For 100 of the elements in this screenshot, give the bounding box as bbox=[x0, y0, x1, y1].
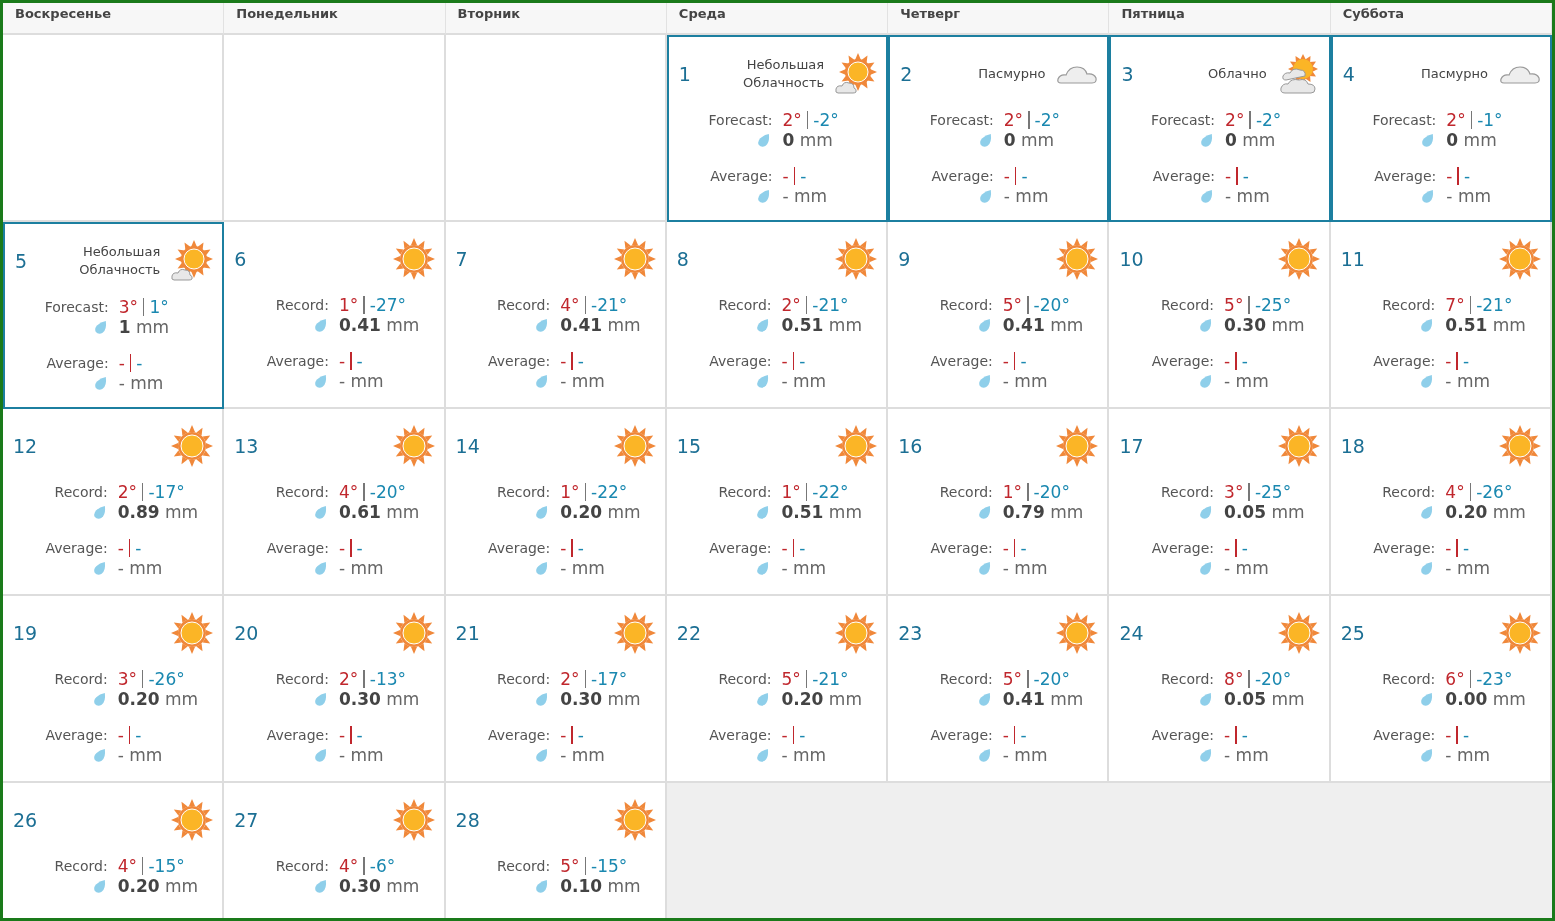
raindrop-icon bbox=[93, 375, 107, 391]
day-cell[interactable]: 5 Небольшая Облачность Forecast: 3° 1° 1 mm Average: - - - mm bbox=[3, 222, 225, 409]
raindrop-icon bbox=[1199, 317, 1213, 333]
sun-icon bbox=[834, 424, 879, 468]
record-label: Record: bbox=[274, 297, 329, 313]
low-temperature: -22° bbox=[591, 482, 628, 502]
average-low: - bbox=[1020, 351, 1027, 371]
day-cell[interactable]: 18 Record: 4° -26° 0.20 mm Average: - - - mm bbox=[1330, 409, 1552, 596]
separator bbox=[141, 483, 144, 501]
average-precipitation: - mm bbox=[781, 745, 828, 765]
sun-icon bbox=[612, 611, 657, 655]
weekday-header: Четверг bbox=[888, 3, 1110, 35]
record-label: Forecast: bbox=[928, 112, 994, 128]
precipitation-amount: 0.51 mm bbox=[1445, 315, 1527, 335]
precipitation-amount: 0.30 mm bbox=[1224, 315, 1306, 335]
high-temperature: 4° bbox=[338, 856, 359, 876]
raindrop-icon bbox=[756, 373, 770, 389]
high-temperature: 2° bbox=[560, 669, 580, 689]
record-label: Record: bbox=[53, 484, 108, 500]
average-low: - bbox=[135, 538, 142, 558]
precipitation-amount: 0.30 mm bbox=[560, 689, 642, 709]
high-temperature: 5° bbox=[1002, 295, 1023, 315]
day-cell[interactable]: 8 Record: 2° -21° 0.51 mm Average: - - - mm bbox=[666, 222, 889, 409]
day-cell[interactable]: 1 Небольшая Облачность Forecast: 2° -2° 0 mm Average: - - - mm bbox=[666, 35, 889, 222]
raindrop-icon bbox=[1199, 373, 1213, 389]
average-low: - bbox=[799, 351, 806, 371]
average-high: - bbox=[1002, 351, 1009, 371]
average-precipitation: - mm bbox=[1002, 558, 1049, 578]
raindrop-icon bbox=[977, 317, 991, 333]
high-temperature: 5° bbox=[1002, 669, 1023, 689]
separator bbox=[1027, 296, 1029, 314]
average-label: Average: bbox=[265, 353, 329, 369]
raindrop-icon bbox=[1421, 188, 1435, 204]
low-temperature: -20° bbox=[1033, 482, 1070, 502]
average-precipitation: - mm bbox=[560, 745, 606, 765]
precipitation-amount: 0.20 mm bbox=[1445, 502, 1527, 522]
day-cell[interactable]: 9 Record: 5° -20° 0.41 mm Average: - - - mm bbox=[888, 222, 1110, 409]
high-temperature: 3° bbox=[1224, 482, 1244, 502]
sun-icon bbox=[1498, 237, 1542, 281]
average-high: - bbox=[118, 353, 125, 373]
day-cell[interactable]: 21 Record: 2° -17° 0.30 mm Average: - - - mm bbox=[445, 596, 667, 783]
average-low: - bbox=[1020, 538, 1027, 558]
record-label: Record: bbox=[717, 297, 772, 313]
average-label: Average: bbox=[265, 540, 329, 556]
high-temperature: 1° bbox=[560, 482, 580, 502]
average-high: - bbox=[117, 538, 124, 558]
day-cell[interactable]: 10 Record: 5° -25° 0.30 mm Average: - - - mm bbox=[1109, 222, 1331, 409]
precipitation-amount: 0.30 mm bbox=[338, 689, 421, 709]
average-high: - bbox=[781, 538, 788, 558]
precipitation-amount: 0.05 mm bbox=[1224, 502, 1306, 522]
day-number: 18 bbox=[1339, 435, 1366, 457]
low-temperature: -20° bbox=[1033, 669, 1070, 689]
raindrop-icon bbox=[1421, 132, 1435, 148]
raindrop-icon bbox=[756, 691, 770, 707]
average-high: - bbox=[1224, 351, 1231, 371]
day-cell[interactable]: 11 Record: 7° -21° 0.51 mm Average: - - - mm bbox=[1330, 222, 1552, 409]
average-precipitation: - mm bbox=[1445, 745, 1491, 765]
day-cell[interactable]: 6 Record: 1° -27° 0.41 mm Average: - - - mm bbox=[224, 222, 446, 409]
day-cell[interactable]: 3 Облачно Forecast: 2° -2° 0 mm Average: - - - mm bbox=[1109, 35, 1331, 222]
sun-icon bbox=[1055, 611, 1100, 655]
raindrop-icon bbox=[535, 691, 549, 707]
day-cell[interactable]: 12 Record: 2° -17° 0.89 mm Average: - - - mm bbox=[3, 409, 225, 596]
day-cell[interactable]: 17 Record: 3° -25° 0.05 mm Average: - - - mm bbox=[1109, 409, 1331, 596]
high-temperature: 2° bbox=[782, 110, 802, 130]
average-high: - bbox=[338, 538, 346, 558]
sun-icon bbox=[1498, 424, 1542, 468]
day-cell[interactable]: 14 Record: 1° -22° 0.20 mm Average: - - - mm bbox=[445, 409, 667, 596]
average-precipitation: - mm bbox=[117, 745, 164, 765]
day-cell[interactable]: 2 Пасмурно Forecast: 2° -2° 0 mm Average: - - - mm bbox=[888, 35, 1110, 222]
day-cell[interactable]: 26 Record: 4° -15° 0.20 mm bbox=[3, 783, 225, 918]
day-cell[interactable]: 13 Record: 4° -20° 0.61 mm Average: - - - mm bbox=[224, 409, 446, 596]
condition-text: Небольшая Облачность bbox=[742, 56, 825, 92]
average-label: Average: bbox=[708, 727, 772, 743]
high-temperature: 2° bbox=[1446, 110, 1466, 130]
low-temperature: -2° bbox=[813, 110, 839, 130]
day-cell[interactable]: 7 Record: 4° -21° 0.41 mm Average: - - - mm bbox=[445, 222, 667, 409]
separator bbox=[792, 539, 795, 557]
day-cell[interactable]: 19 Record: 3° -26° 0.20 mm Average: - - - mm bbox=[3, 596, 225, 783]
day-cell[interactable]: 4 Пасмурно Forecast: 2° -1° 0 mm Average: - - - mm bbox=[1330, 35, 1552, 222]
raindrop-icon bbox=[977, 373, 991, 389]
average-high: - bbox=[117, 725, 124, 745]
precipitation-amount: 0.41 mm bbox=[560, 315, 642, 335]
average-precipitation: - mm bbox=[782, 186, 829, 206]
day-cell[interactable]: 15 Record: 1° -22° 0.51 mm Average: - - - mm bbox=[666, 409, 889, 596]
average-precipitation: - mm bbox=[1003, 186, 1050, 206]
day-cell[interactable]: 28 Record: 5° -15° 0.10 mm bbox=[445, 783, 667, 918]
weekday-header: Пятница bbox=[1109, 3, 1331, 35]
separator bbox=[805, 483, 808, 501]
average-label: Average: bbox=[709, 168, 773, 184]
day-cell[interactable]: 27 Record: 4° -6° 0.30 mm bbox=[224, 783, 446, 918]
record-label: Forecast: bbox=[707, 112, 773, 128]
separator bbox=[141, 857, 144, 875]
separator bbox=[1013, 726, 1016, 744]
average-label: Average: bbox=[1150, 727, 1215, 743]
average-precipitation: - mm bbox=[1225, 186, 1271, 206]
day-cell[interactable]: 16 Record: 1° -20° 0.79 mm Average: - - - mm bbox=[888, 409, 1110, 596]
low-temperature: -21° bbox=[591, 295, 628, 315]
average-low: - bbox=[356, 538, 363, 558]
day-cell[interactable]: 20 Record: 2° -13° 0.30 mm Average: - - - mm bbox=[224, 596, 446, 783]
sun-icon bbox=[612, 798, 657, 842]
